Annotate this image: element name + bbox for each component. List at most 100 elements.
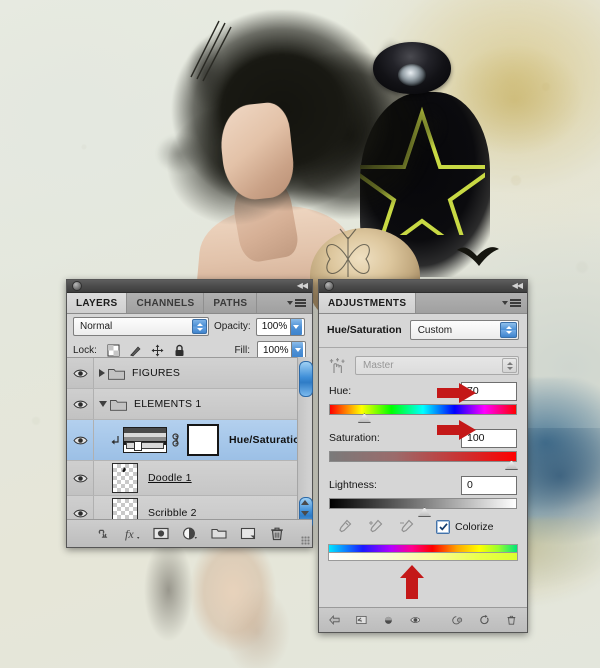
folder-icon [110,399,127,411]
new-adjustment-layer-icon[interactable] [182,526,198,541]
opacity-dropdown-icon[interactable] [289,318,302,335]
clipping-mask-arrow-icon [111,435,119,444]
reset-adjustment-icon[interactable] [479,613,490,627]
channel-select[interactable]: Master [355,356,519,375]
saturation-label: Saturation: [329,432,380,444]
tab-channels[interactable]: CHANNELS [127,293,205,313]
preset-select[interactable]: Custom [409,320,519,340]
preview-eye-icon[interactable] [409,613,421,627]
layers-panel[interactable]: ◀◀ LAYERS CHANNELS PATHS Normal Opacity:… [66,279,313,548]
layer-visibility-toggle[interactable] [67,461,94,495]
preset-stepper-icon[interactable] [500,322,517,338]
lock-buttons[interactable] [107,344,186,357]
layer-visibility-toggle[interactable] [67,420,94,460]
clip-to-layer-icon[interactable] [356,613,367,627]
eyedropper-icon[interactable] [337,519,352,534]
fill-dropdown-icon[interactable] [291,342,303,358]
colorize-label: Colorize [455,520,494,533]
lightness-value: 0 [467,479,473,491]
opacity-input[interactable]: 100% [255,317,305,336]
eyedropper-add-icon[interactable] [368,519,383,534]
adjustment-layer-thumbnail[interactable] [123,427,167,453]
eye-icon [72,400,88,408]
colorize-control[interactable]: Colorize [436,519,494,534]
colorize-checkbox[interactable] [436,519,450,534]
panel-close-dot-icon[interactable] [72,281,82,291]
return-to-adjustment-list-icon[interactable] [329,613,340,627]
layers-panel-titlebar[interactable]: ◀◀ [67,280,312,293]
table-row[interactable]: FIGURES [67,358,312,389]
blend-mode-stepper-icon[interactable] [192,319,207,334]
group-disclosure-triangle-icon[interactable] [99,369,105,377]
scroll-up-button[interactable] [300,498,310,507]
hue-slider-block[interactable]: Hue: 70 [319,381,527,423]
resize-grip[interactable] [301,536,310,545]
new-layer-icon[interactable] [240,526,256,541]
blend-mode-row[interactable]: Normal Opacity: 100% [67,314,312,339]
hue-callout-arrow [437,383,476,403]
result-color-ramp [328,553,518,561]
layer-thumbnail[interactable] [112,463,138,493]
tab-layers[interactable]: LAYERS [67,293,128,313]
eyedropper-subtract-icon[interactable] [399,519,414,534]
panel-close-dot-icon[interactable] [324,281,334,291]
table-row[interactable]: Scribble 2 [67,496,312,519]
preset-value: Custom [417,324,453,336]
tab-paths[interactable]: PATHS [204,293,258,313]
scroll-down-button[interactable] [300,509,310,518]
blend-mode-select[interactable]: Normal [73,317,209,336]
collapse-to-icons-icon[interactable]: ◀◀ [512,282,523,290]
layer-visibility-toggle[interactable] [67,496,94,519]
delete-layer-icon[interactable] [269,526,285,541]
saturation-slider-block[interactable]: Saturation: 100 [319,428,527,470]
layers-panel-menu-button[interactable] [281,293,312,313]
layers-panel-toolbar[interactable]: fx [67,519,312,547]
adjustments-panel-titlebar[interactable]: ◀◀ [319,280,527,293]
table-row[interactable]: Doodle 1 [67,461,312,496]
tab-channels-label: CHANNELS [136,297,195,309]
view-previous-state-icon[interactable] [452,613,463,627]
lock-transparent-pixels-icon[interactable] [107,344,120,357]
artwork-eagle-silhouette [457,247,499,266]
tab-paths-label: PATHS [213,297,248,309]
layers-panel-tabbar[interactable]: LAYERS CHANNELS PATHS [67,293,312,314]
adjustments-panel-toolbar[interactable] [319,607,527,632]
adjustments-panel-tabbar[interactable]: ADJUSTMENTS [319,293,527,314]
doodle-thumbnail-art [122,467,126,473]
layer-list[interactable]: FIGURES ELEMENTS 1 Hue/Saturation Doodle… [67,357,312,519]
lock-position-icon[interactable] [151,344,164,357]
layer-visibility-toggle[interactable] [67,389,94,419]
collapse-to-icons-icon[interactable]: ◀◀ [297,282,308,290]
layer-name: Hue/Saturation [229,434,307,446]
channel-row[interactable]: Master [319,348,527,381]
add-layer-mask-icon[interactable] [152,526,169,541]
toggle-layer-mask-icon[interactable] [383,613,394,627]
saturation-ramp[interactable] [329,451,518,470]
on-image-adjustment-icon[interactable] [329,357,346,374]
tab-adjustments[interactable]: ADJUSTMENTS [319,293,417,313]
lightness-input[interactable]: 0 [461,475,517,495]
table-row[interactable]: Hue/Saturation [67,420,312,461]
table-row[interactable]: ELEMENTS 1 [67,389,312,420]
adjustments-panel-menu-button[interactable] [496,293,527,313]
channel-stepper-icon[interactable] [502,358,517,373]
new-group-icon[interactable] [210,526,227,541]
layer-style-fx-icon[interactable]: fx [124,526,140,541]
adjustment-header: Hue/Saturation Custom [319,314,527,348]
panel-menu-triangle-icon [502,301,508,305]
lock-image-pixels-icon[interactable] [129,344,142,357]
group-disclosure-triangle-icon[interactable] [99,401,107,407]
lightness-slider-block[interactable]: Lightness: 0 [319,475,527,517]
lock-all-icon[interactable] [173,344,186,357]
lightness-ramp[interactable] [329,498,517,517]
layer-thumbnail[interactable] [112,498,138,519]
delete-adjustment-icon[interactable] [506,613,517,627]
layers-scrollbar-thumb[interactable] [299,361,313,397]
link-layers-icon[interactable] [95,526,111,541]
layer-visibility-toggle[interactable] [67,358,94,388]
link-icon[interactable] [171,432,180,448]
layer-mask-thumbnail[interactable] [187,424,219,456]
layers-scrollbar[interactable] [297,357,313,529]
hue-ramp[interactable] [329,404,517,423]
